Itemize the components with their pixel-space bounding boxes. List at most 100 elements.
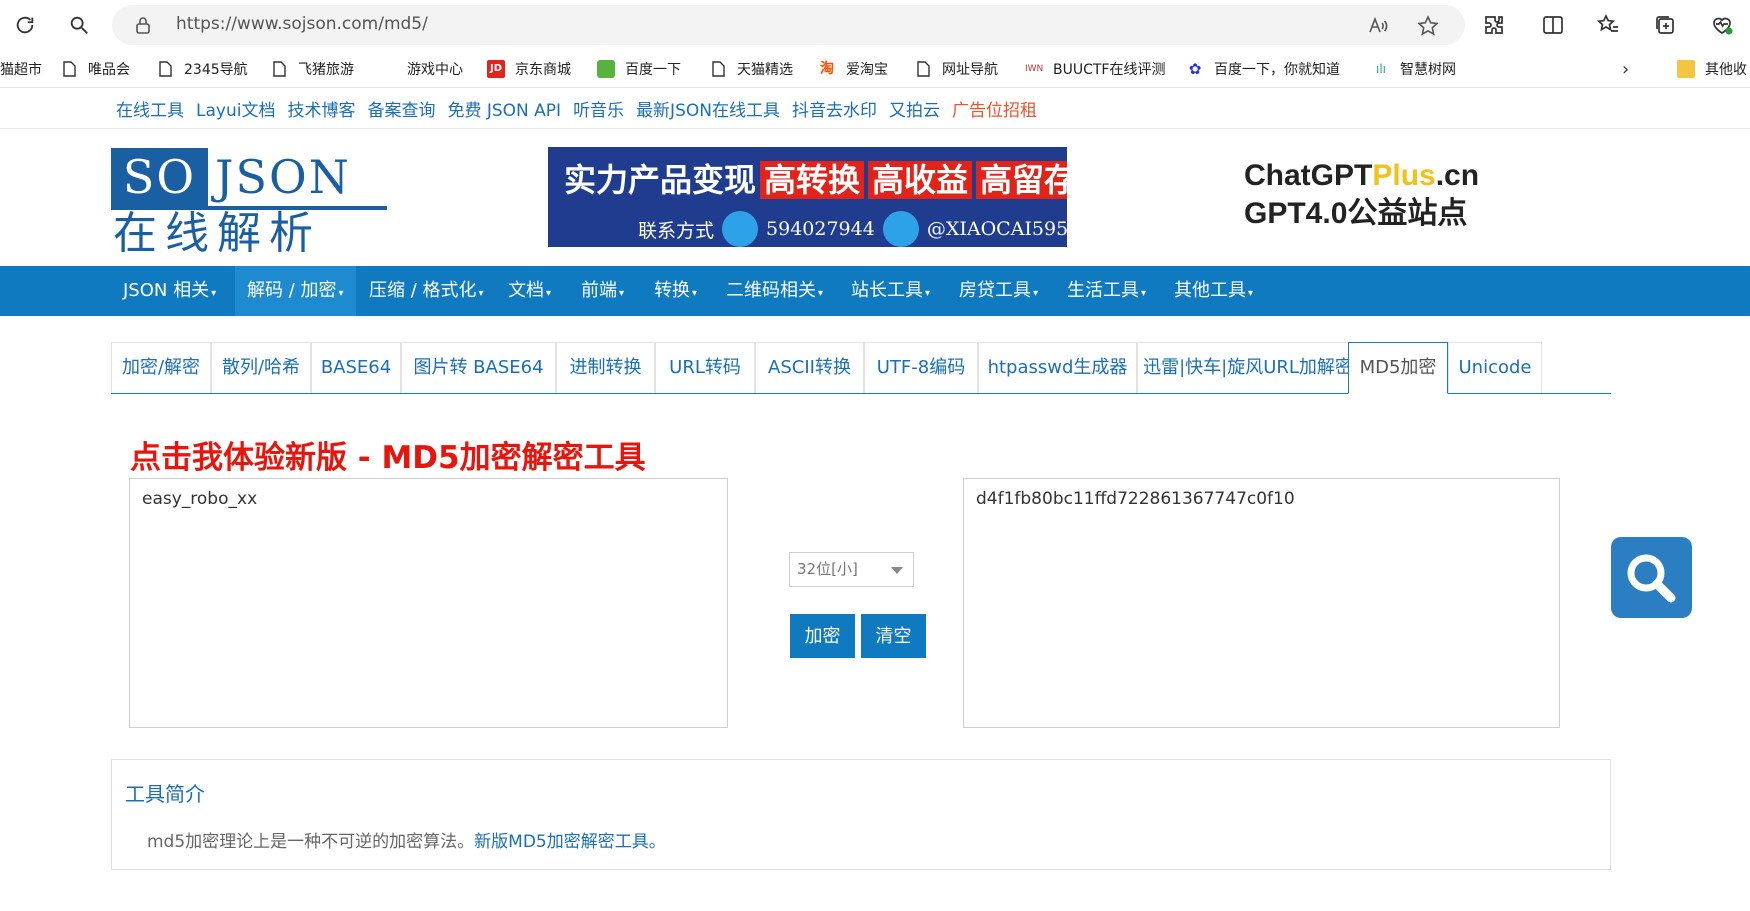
lock-icon[interactable]	[134, 16, 152, 34]
site-logo[interactable]: SO JSON 在线解析	[111, 148, 387, 258]
tab-url[interactable]: URL转码	[655, 342, 755, 393]
top-link[interactable]: 又拍云	[889, 96, 940, 121]
nav-convert[interactable]: 转换 ▾	[642, 266, 709, 316]
gpt-ad[interactable]: ChatGPTPlus.cn GPT4.0公益站点	[1244, 157, 1479, 233]
magnifier-icon	[1627, 554, 1676, 603]
favorites-icon[interactable]	[1596, 13, 1620, 37]
page-icon	[159, 61, 172, 77]
bookmark-folder[interactable]: 其他收	[1677, 58, 1747, 80]
nav-webmaster[interactable]: 站长工具 ▾	[839, 266, 942, 316]
browser-essentials-icon[interactable]	[1710, 13, 1734, 37]
split-screen-icon[interactable]	[1541, 13, 1565, 37]
refresh-icon[interactable]	[11, 11, 39, 39]
bookmark-item[interactable]: 网址导航	[914, 58, 998, 80]
address-bar[interactable]: https://www.sojson.com/md5/	[112, 5, 1465, 45]
top-link[interactable]: 最新JSON在线工具	[636, 96, 780, 121]
tab-unicode[interactable]: Unicode	[1448, 342, 1542, 393]
caret-down-icon: ▾	[338, 288, 344, 299]
page-icon	[273, 61, 286, 77]
url-text[interactable]: https://www.sojson.com/md5/	[176, 14, 428, 34]
floating-search-button[interactable]	[1611, 537, 1692, 618]
zhihuishu-icon: ılı	[1375, 62, 1386, 76]
tab-image-base64[interactable]: 图片转 BASE64	[401, 342, 556, 393]
search-icon[interactable]	[65, 11, 93, 39]
nav-frontend[interactable]: 前端 ▾	[569, 266, 636, 316]
tab-htpasswd[interactable]: htpasswd生成器	[978, 342, 1137, 393]
bookmark-item[interactable]: 淘爱淘宝	[818, 58, 888, 80]
tab-radix[interactable]: 进制转换	[556, 342, 655, 393]
tab-ascii[interactable]: ASCII转换	[755, 342, 864, 393]
read-aloud-icon[interactable]	[1367, 15, 1389, 37]
top-link[interactable]: 听音乐	[573, 96, 624, 121]
nav-compress-format[interactable]: 压缩 / 格式化 ▾	[357, 266, 496, 316]
md5-input[interactable]: easy_robo_xx	[129, 478, 728, 728]
browser-toolbar: https://www.sojson.com/md5/	[0, 0, 1750, 50]
top-link[interactable]: 备案查询	[367, 96, 435, 121]
bits-select[interactable]: 32位[小]	[789, 552, 914, 587]
tab-thunder-url[interactable]: 迅雷|快车|旋风URL加解密	[1137, 342, 1359, 393]
qq-icon	[722, 211, 759, 247]
extensions-icon[interactable]	[1482, 13, 1506, 37]
logo-json: JSON	[215, 150, 351, 204]
taobao-icon: 淘	[820, 61, 834, 77]
nav-qrcode[interactable]: 二维码相关 ▾	[714, 266, 835, 316]
page-icon	[712, 61, 725, 77]
bookmark-item[interactable]: 唯品会	[60, 58, 130, 80]
page-icon	[917, 61, 930, 77]
tool-intro: 工具简介 md5加密理论上是一种不可逆的加密算法。新版MD5加密解密工具。	[111, 759, 1611, 870]
bookmark-item[interactable]: ✿ 百度一下，你就知道	[1186, 58, 1340, 80]
bookmark-item[interactable]: ılı 智慧树网	[1372, 58, 1456, 80]
nav-life[interactable]: 生活工具 ▾	[1055, 266, 1158, 316]
tab-encrypt-decrypt[interactable]: 加密/解密	[111, 342, 211, 393]
favorite-star-icon[interactable]	[1417, 15, 1439, 37]
nav-mortgage[interactable]: 房贷工具 ▾	[947, 266, 1050, 316]
top-link[interactable]: 技术博客	[287, 96, 355, 121]
encrypt-button[interactable]: 加密	[790, 614, 855, 658]
bookmark-item[interactable]: JD 京东商城	[487, 58, 571, 80]
gpt-ad-line1: ChatGPTPlus.cn	[1244, 159, 1480, 192]
2345-icon	[597, 60, 615, 78]
caret-down-icon: ▾	[211, 288, 217, 299]
folder-icon	[1677, 60, 1695, 78]
ad-slot-link[interactable]: 广告位招租	[952, 96, 1037, 121]
bookmark-item[interactable]: IWN BUUCTF在线评测	[1025, 58, 1165, 80]
logo-so: SO	[111, 148, 208, 206]
bookmarks-overflow-chevron-icon[interactable]: ›	[1622, 58, 1629, 80]
top-link[interactable]: 在线工具	[116, 96, 184, 121]
caret-down-icon: ▾	[478, 288, 484, 299]
caret-down-icon: ▾	[692, 288, 698, 299]
bookmark-item[interactable]: 2345导航	[156, 58, 248, 80]
new-version-link[interactable]: 新版MD5加密解密工具。	[474, 832, 666, 852]
top-link[interactable]: 抖音去水印	[792, 96, 877, 121]
bookmark-item[interactable]: 百度一下	[597, 58, 681, 80]
tab-utf8[interactable]: UTF-8编码	[864, 342, 978, 393]
bookmark-item[interactable]: 飞猪旅游	[270, 58, 354, 80]
tab-hash[interactable]: 散列/哈希	[211, 342, 311, 393]
caret-down-icon: ▾	[1141, 288, 1147, 299]
new-version-promo-link[interactable]: 点击我体验新版 - MD5加密解密工具	[130, 432, 646, 477]
bookmarks-bar: 猫超市 唯品会 2345导航 飞猪旅游 游戏中心 JD 京东商城 百度一下 天猫精…	[0, 50, 1750, 88]
nav-docs[interactable]: 文档 ▾	[496, 266, 563, 316]
nav-decode-encrypt[interactable]: 解码 / 加密 ▾	[235, 266, 356, 316]
page-icon	[63, 61, 76, 77]
banner-headline: 实力产品变现 高转换 高收益 高留存	[564, 155, 1067, 201]
banner-contact: 联系方式 594027944 @XIAOCAI595	[638, 211, 1067, 247]
bookmark-item[interactable]: 猫超市	[0, 58, 42, 80]
tab-base64[interactable]: BASE64	[311, 342, 401, 393]
caret-down-icon: ▾	[925, 288, 931, 299]
tab-md5[interactable]: MD5加密	[1348, 342, 1448, 394]
nav-other[interactable]: 其他工具 ▾	[1162, 266, 1265, 316]
divider	[0, 128, 1750, 129]
nav-json[interactable]: JSON 相关 ▾	[111, 266, 228, 316]
clear-button[interactable]: 清空	[861, 614, 926, 658]
top-link[interactable]: Layui文档	[196, 96, 275, 121]
collections-icon[interactable]	[1653, 13, 1677, 37]
top-link[interactable]: 免费 JSON API	[447, 96, 561, 121]
bookmark-item[interactable]: 游戏中心	[407, 58, 463, 80]
bookmark-item[interactable]: 天猫精选	[709, 58, 793, 80]
logo-subtitle: 在线解析	[113, 208, 321, 259]
caret-down-icon: ▾	[1033, 288, 1039, 299]
ad-banner[interactable]: 实力产品变现 高转换 高收益 高留存 联系方式 594027944 @XIAOCAI5…	[548, 147, 1067, 247]
md5-output[interactable]: d4f1fb80bc11ffd722861367747c0f10	[963, 478, 1560, 728]
caret-down-icon: ▾	[546, 288, 552, 299]
